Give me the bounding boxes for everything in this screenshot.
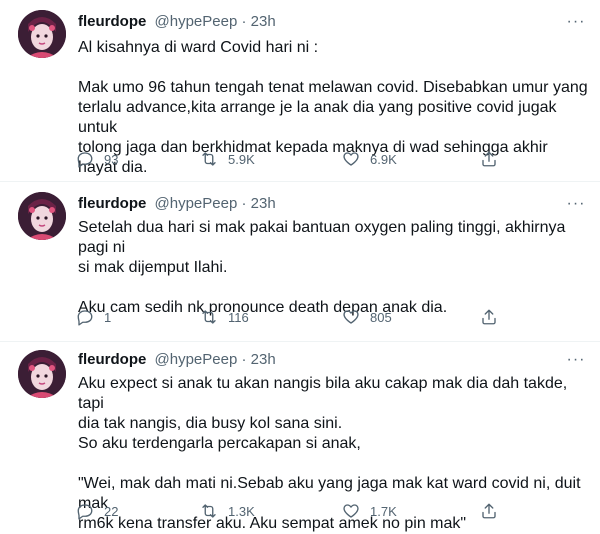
tweet-line: terlalu advance,kita arrange je la anak … <box>78 99 557 136</box>
reply-icon <box>77 310 93 326</box>
reply-button[interactable]: 1 <box>76 306 111 328</box>
retweet-button[interactable]: 116 <box>200 306 249 328</box>
retweet-count: 116 <box>228 309 249 325</box>
separator-dot: · <box>241 195 247 212</box>
like-button[interactable]: 1.7K <box>342 500 397 522</box>
retweet-button[interactable]: 5.9K <box>200 148 255 170</box>
reply-count: 1 <box>104 309 112 325</box>
share-button[interactable] <box>480 500 498 522</box>
reply-button[interactable]: 22 <box>76 500 118 522</box>
share-icon <box>482 151 496 167</box>
avatar[interactable] <box>18 192 66 240</box>
heart-icon <box>343 152 359 166</box>
more-dots-icon[interactable]: ··· <box>566 194 586 214</box>
tweet-header: fleurdope @hypePeep · 23h <box>78 12 276 32</box>
more-dots-icon[interactable]: ··· <box>566 12 586 32</box>
display-name[interactable]: fleurdope <box>78 351 146 368</box>
separator-dot: · <box>241 13 247 30</box>
tweet-line: Al kisahnya di ward Covid hari ni : <box>78 39 319 56</box>
tweet[interactable]: fleurdope @hypePeep · 23h ··· Setelah du… <box>0 182 600 342</box>
timestamp[interactable]: 23h <box>251 195 276 212</box>
tweet-line: Aku expect si anak tu akan nangis bila a… <box>78 375 568 412</box>
avatar-illustration <box>18 10 66 58</box>
user-handle[interactable]: @hypePeep <box>155 13 238 30</box>
reply-count: 93 <box>104 151 119 167</box>
tweet-line: Setelah dua hari si mak pakai bantuan ox… <box>78 219 566 256</box>
retweet-count: 1.3K <box>228 503 255 519</box>
reply-count: 22 <box>104 503 119 519</box>
timestamp[interactable]: 23h <box>251 351 276 368</box>
tweet-header: fleurdope @hypePeep · 23h <box>78 194 276 214</box>
tweet[interactable]: fleurdope @hypePeep · 23h ··· Al kisahny… <box>0 0 600 182</box>
share-icon <box>482 503 496 519</box>
tweet-actions: 22 1.3K 1.7K <box>76 500 506 522</box>
like-count: 1.7K <box>370 503 397 519</box>
tweet-line: dia tak nangis, dia busy kol sana sini. <box>78 415 343 432</box>
heart-icon <box>343 504 359 518</box>
tweet-actions: 1 116 805 <box>76 306 506 328</box>
like-count: 805 <box>370 309 392 325</box>
tweet-line: si mak dijemput Ilahi. <box>78 259 228 276</box>
heart-icon <box>343 310 359 324</box>
retweet-icon <box>202 504 216 518</box>
retweet-icon <box>202 310 216 324</box>
tweet-line: Mak umo 96 tahun tengah tenat melawan co… <box>78 79 588 96</box>
tweet-text: Setelah dua hari si mak pakai bantuan ox… <box>78 218 588 318</box>
user-handle[interactable]: @hypePeep <box>155 195 238 212</box>
like-button[interactable]: 805 <box>342 306 392 328</box>
reply-icon <box>77 152 93 168</box>
tweet-actions: 93 5.9K 6.9K <box>76 148 506 170</box>
avatar-illustration <box>18 192 66 240</box>
tweet[interactable]: fleurdope @hypePeep · 23h ··· Aku expect… <box>0 342 600 532</box>
avatar-illustration <box>18 350 66 398</box>
like-button[interactable]: 6.9K <box>342 148 397 170</box>
user-handle[interactable]: @hypePeep <box>155 351 238 368</box>
retweet-icon <box>202 152 216 166</box>
share-button[interactable] <box>480 306 498 328</box>
avatar[interactable] <box>18 350 66 398</box>
retweet-button[interactable]: 1.3K <box>200 500 255 522</box>
tweet-line: So aku terdengarla percakapan si anak, <box>78 435 361 452</box>
share-button[interactable] <box>480 148 498 170</box>
tweet-feed: fleurdope @hypePeep · 23h ··· Al kisahny… <box>0 0 600 532</box>
timestamp[interactable]: 23h <box>251 13 276 30</box>
tweet-header: fleurdope @hypePeep · 23h <box>78 350 276 370</box>
share-icon <box>482 309 496 325</box>
more-dots-icon[interactable]: ··· <box>566 350 586 370</box>
like-count: 6.9K <box>370 151 397 167</box>
reply-button[interactable]: 93 <box>76 148 118 170</box>
separator-dot: · <box>241 351 247 368</box>
reply-icon <box>77 504 93 520</box>
display-name[interactable]: fleurdope <box>78 195 146 212</box>
display-name[interactable]: fleurdope <box>78 13 146 30</box>
retweet-count: 5.9K <box>228 151 255 167</box>
avatar[interactable] <box>18 10 66 58</box>
